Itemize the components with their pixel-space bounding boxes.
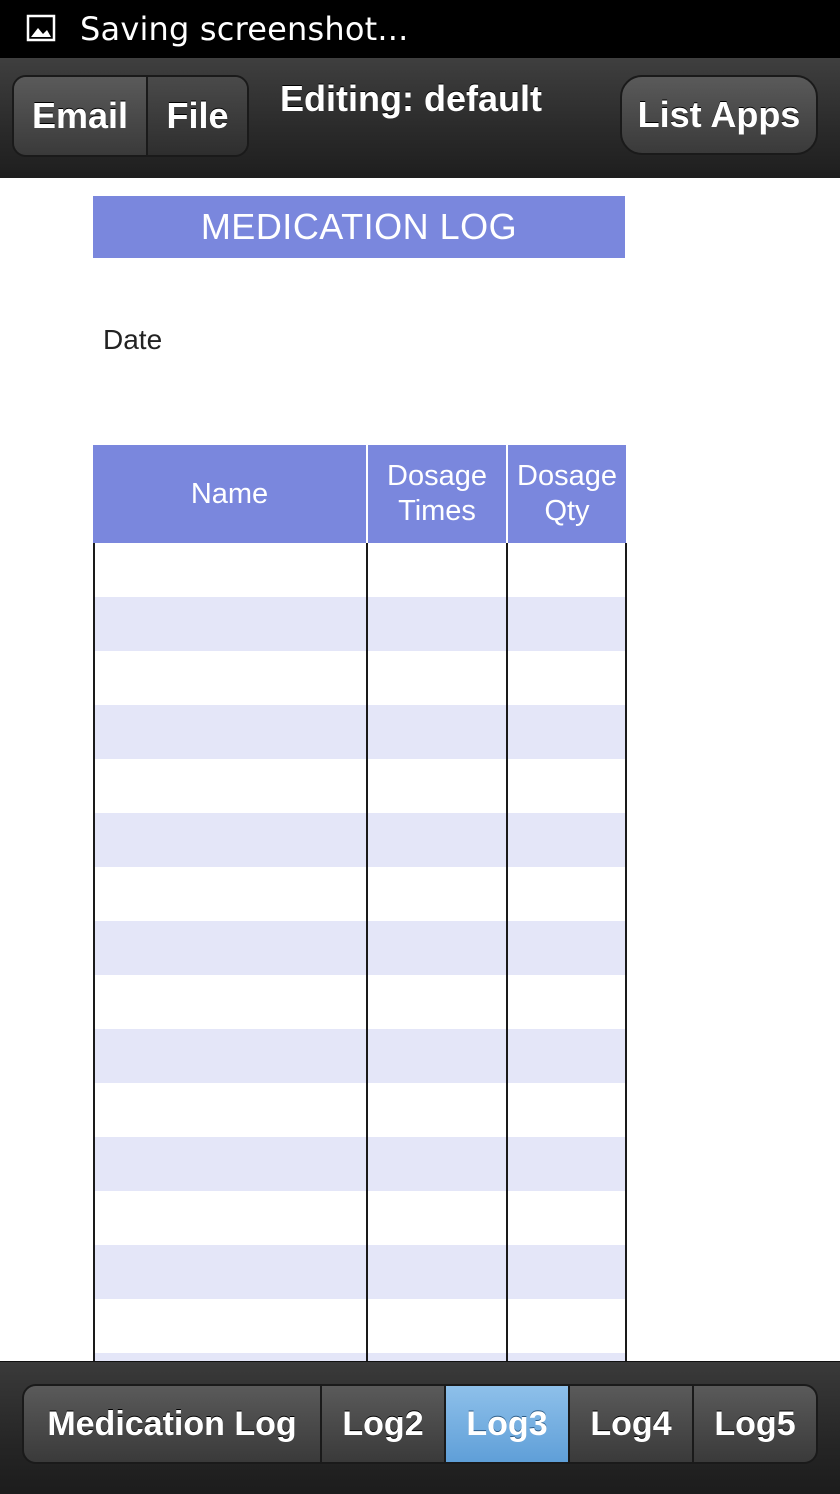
- table-row[interactable]: [93, 759, 626, 813]
- table-row[interactable]: [93, 1083, 626, 1137]
- table-row[interactable]: [93, 1137, 626, 1191]
- table-header: Name Dosage Times Dosage Qty: [93, 445, 626, 543]
- column-divider: [506, 543, 508, 1361]
- table-row[interactable]: [93, 1191, 626, 1245]
- sheet-tabs: Medication Log Log2 Log3 Log4 Log5: [22, 1384, 818, 1464]
- table-row[interactable]: [93, 1029, 626, 1083]
- editing-title: Editing: default: [280, 78, 542, 119]
- tab-log2[interactable]: Log2: [322, 1386, 446, 1462]
- date-label: Date: [103, 324, 163, 355]
- table-row[interactable]: [93, 813, 626, 867]
- tab-log3[interactable]: Log3: [446, 1386, 570, 1462]
- file-button[interactable]: File: [148, 77, 247, 155]
- table-row[interactable]: [93, 921, 626, 975]
- column-divider: [366, 543, 368, 1361]
- email-file-segment: Email File: [12, 75, 249, 157]
- column-header-label: Times: [398, 495, 476, 527]
- list-apps-button[interactable]: List Apps: [620, 75, 818, 155]
- table-row[interactable]: [93, 597, 626, 651]
- log-title: MEDICATION LOG: [93, 196, 625, 258]
- column-header-dosage-qty[interactable]: Dosage Qty: [508, 445, 626, 543]
- image-icon: [26, 14, 56, 42]
- table-row[interactable]: [93, 543, 626, 597]
- column-header-label: Dosage: [387, 460, 487, 492]
- tab-medication-log[interactable]: Medication Log: [24, 1386, 322, 1462]
- tab-log4[interactable]: Log4: [570, 1386, 694, 1462]
- tab-log5[interactable]: Log5: [694, 1386, 816, 1462]
- table-row[interactable]: [93, 975, 626, 1029]
- column-header-label: Qty: [544, 495, 590, 527]
- column-header-name[interactable]: Name: [93, 445, 366, 543]
- column-header-label: Dosage: [517, 460, 617, 492]
- table-row[interactable]: [93, 1353, 626, 1361]
- column-divider: [625, 543, 627, 1361]
- table-row[interactable]: [93, 705, 626, 759]
- table-row[interactable]: [93, 1299, 626, 1353]
- table-row[interactable]: [93, 867, 626, 921]
- column-divider: [93, 543, 95, 1361]
- column-header-label: Name: [190, 477, 269, 510]
- email-button[interactable]: Email: [14, 77, 148, 155]
- table-row[interactable]: [93, 651, 626, 705]
- status-text: Saving screenshot...: [80, 10, 409, 48]
- sheet-content[interactable]: MEDICATION LOG Date Name Dosage Times Do…: [0, 178, 840, 1361]
- table-row[interactable]: [93, 1245, 626, 1299]
- status-bar: Saving screenshot...: [0, 0, 840, 58]
- column-header-dosage-times[interactable]: Dosage Times: [368, 445, 506, 543]
